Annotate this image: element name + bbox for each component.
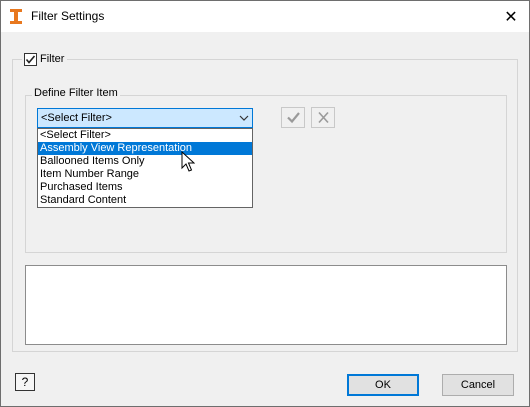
accept-filter-button[interactable] bbox=[281, 107, 305, 128]
filter-checkbox[interactable] bbox=[24, 52, 37, 66]
dropdown-option-ballooned-items-only[interactable]: Ballooned Items Only bbox=[38, 155, 252, 168]
window-title: Filter Settings bbox=[31, 9, 105, 23]
filter-label: Filter bbox=[40, 53, 65, 65]
dropdown-option-item-number-range[interactable]: Item Number Range bbox=[38, 168, 252, 181]
close-icon: ✕ bbox=[504, 8, 518, 26]
filter-description-box[interactable] bbox=[25, 265, 507, 345]
define-filter-item-label: Define Filter Item bbox=[32, 87, 120, 99]
filter-settings-dialog: Filter Settings ✕ Filter Define Filter I… bbox=[0, 0, 530, 407]
delete-icon bbox=[318, 111, 329, 124]
filter-checkbox-row[interactable]: Filter bbox=[22, 51, 68, 67]
help-button[interactable]: ? bbox=[15, 373, 35, 391]
delete-filter-button[interactable] bbox=[311, 107, 335, 128]
ok-button[interactable]: OK bbox=[347, 374, 419, 396]
help-icon: ? bbox=[21, 375, 29, 389]
filter-select-value: <Select Filter> bbox=[41, 112, 112, 124]
close-button[interactable]: ✕ bbox=[493, 1, 529, 32]
app-icon bbox=[10, 9, 22, 24]
filter-dropdown-list: <Select Filter> Assembly View Representa… bbox=[37, 128, 253, 208]
mouse-cursor-icon bbox=[181, 151, 195, 172]
chevron-down-icon[interactable] bbox=[238, 113, 250, 123]
filter-select[interactable]: <Select Filter> bbox=[37, 108, 253, 128]
checkmark-icon bbox=[25, 54, 36, 64]
cancel-button[interactable]: Cancel bbox=[442, 374, 514, 396]
dropdown-option-select-filter[interactable]: <Select Filter> bbox=[38, 129, 252, 142]
checkmark-icon bbox=[287, 112, 300, 124]
dropdown-option-assembly-view-representation[interactable]: Assembly View Representation bbox=[38, 142, 252, 155]
dropdown-option-standard-content[interactable]: Standard Content bbox=[38, 194, 252, 207]
title-bar: Filter Settings ✕ bbox=[1, 1, 529, 32]
dropdown-option-purchased-items[interactable]: Purchased Items bbox=[38, 181, 252, 194]
